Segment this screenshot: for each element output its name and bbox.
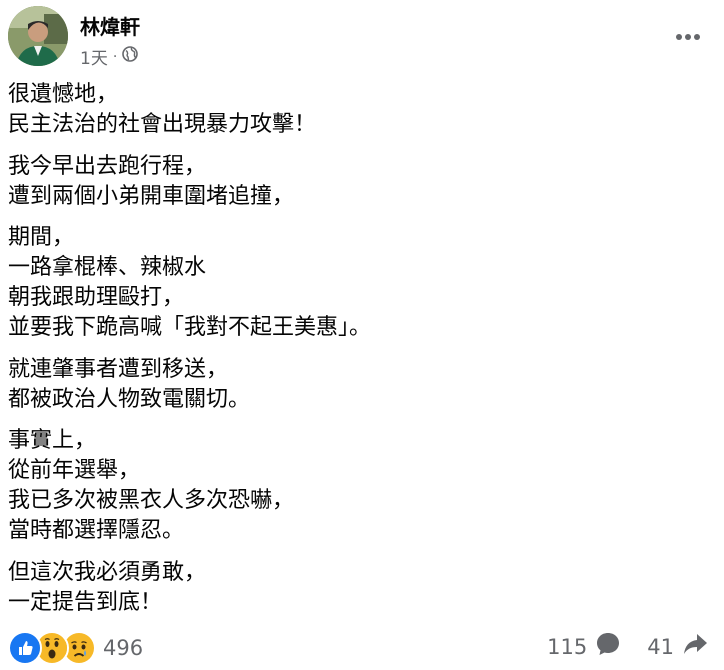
share-icon: [682, 631, 708, 662]
paragraph: 期間， 一路拿棍棒、辣椒水 朝我跟助理毆打， 並要我下跪高喊「我對不起王美惠」。: [8, 223, 708, 343]
reactions-summary[interactable]: 496: [8, 631, 143, 665]
like-icon: [8, 631, 42, 665]
post-stats: 115 41: [547, 631, 708, 662]
paragraph: 事實上， 從前年選舉， 我已多次被黑衣人多次恐嚇， 當時都選擇隱忍。: [8, 426, 708, 546]
text-line: 當時都選擇隱忍。: [8, 518, 185, 543]
shares-count-button[interactable]: 41: [647, 631, 708, 662]
avatar-image: [8, 6, 68, 66]
paragraph: 但這次我必須勇敢， 一定提告到底！: [8, 558, 708, 618]
reaction-count: 496: [103, 636, 144, 660]
text-line: 朝我跟助理毆打，: [8, 285, 185, 310]
avatar[interactable]: [8, 6, 68, 66]
facebook-post: 林煒軒 1天 · 很遺憾地， 民主法治的社會出現暴力攻擊！ 我今早出去跑行程， …: [0, 0, 724, 670]
text-line: 遭到兩個小弟開車圍堵追撞，: [8, 183, 295, 209]
paragraph: 就連肇事者遭到移送， 都被政治人物致電關切。: [8, 355, 708, 415]
text-line: 都被政治人物致電關切。: [8, 386, 251, 412]
comments-count: 115: [547, 634, 588, 659]
text-line: 我已多次被黑衣人多次恐嚇，: [8, 488, 295, 513]
meta-separator: ·: [112, 48, 118, 65]
text-line: 一定提告到底！: [8, 589, 163, 615]
post-timestamp[interactable]: 1天: [80, 44, 108, 69]
text-line: 並要我下跪高喊「我對不起王美惠」。: [8, 315, 372, 340]
text-line: 期間，: [8, 225, 75, 250]
more-horizontal-icon: [676, 34, 700, 40]
text-line: 就連肇事者遭到移送，: [8, 356, 229, 382]
post-footer: 496 115 41: [8, 628, 708, 668]
text-line: 一路拿棍棒、辣椒水: [8, 255, 207, 280]
more-options-button[interactable]: [672, 26, 704, 48]
paragraph: 我今早出去跑行程， 遭到兩個小弟開車圍堵追撞，: [8, 152, 708, 212]
text-line: 民主法治的社會出現暴力攻擊！: [8, 112, 317, 137]
post-header: 林煒軒 1天 ·: [8, 6, 708, 69]
text-line: 我今早出去跑行程，: [8, 153, 207, 179]
paragraph: 很遺憾地， 民主法治的社會出現暴力攻擊！: [8, 80, 708, 140]
text-line: 從前年選舉，: [8, 458, 141, 483]
author-name[interactable]: 林煒軒: [80, 11, 140, 40]
post-meta: 1天 ·: [80, 44, 139, 69]
text-line: 很遺憾地，: [8, 82, 119, 107]
shares-count: 41: [647, 634, 674, 659]
text-line: 但這次我必須勇敢，: [8, 559, 207, 585]
comment-icon: [595, 631, 621, 662]
text-line: 事實上，: [8, 428, 97, 453]
post-text: 很遺憾地， 民主法治的社會出現暴力攻擊！ 我今早出去跑行程， 遭到兩個小弟開車圍…: [8, 80, 708, 629]
globe-icon: [122, 46, 139, 67]
comments-count-button[interactable]: 115: [547, 631, 621, 662]
